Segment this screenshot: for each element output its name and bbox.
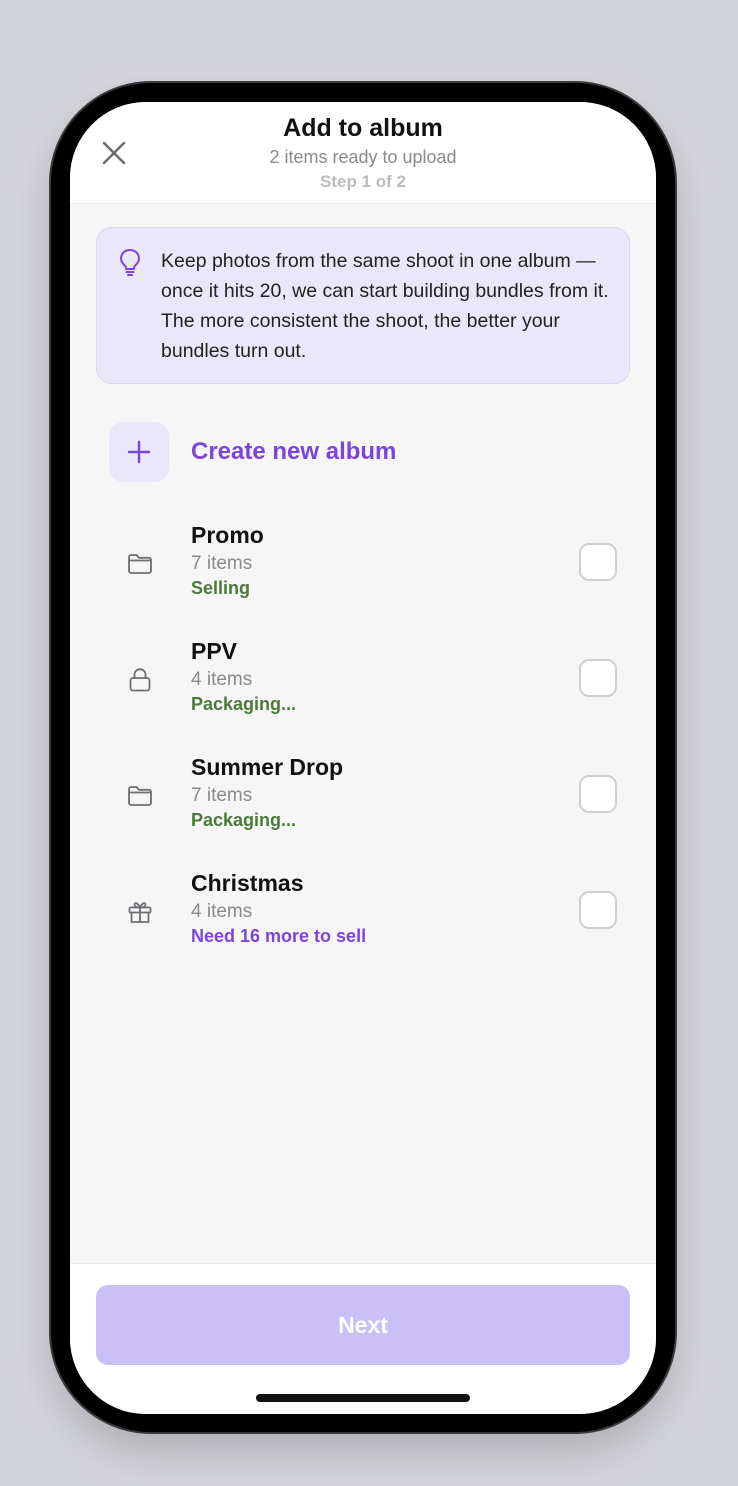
- folder-icon: [125, 549, 155, 579]
- page-title: Add to album: [283, 114, 443, 142]
- lightbulb-icon: [120, 249, 140, 276]
- step-indicator: Step 1 of 2: [320, 172, 406, 191]
- album-name: Christmas: [191, 870, 304, 896]
- page-subtitle: 2 items ready to upload: [269, 147, 457, 167]
- modal-footer: Next: [70, 1263, 656, 1414]
- album-count: 7 items: [191, 785, 253, 806]
- album-count: 7 items: [191, 553, 253, 574]
- album-status: Selling: [191, 578, 251, 598]
- album-count: 4 items: [191, 669, 253, 690]
- album-row-promo[interactable]: Promo 7 items Selling: [109, 522, 629, 618]
- tip-banner: Keep photos from the same shoot in one a…: [96, 227, 630, 384]
- plus-icon: [127, 440, 151, 464]
- album-checkbox[interactable]: [579, 659, 617, 697]
- album-status: Need 16 more to sell: [191, 926, 367, 946]
- album-checkbox[interactable]: [579, 543, 617, 581]
- gift-icon: [125, 897, 155, 927]
- album-row-christmas[interactable]: Christmas 4 items Need 16 more to sell: [109, 870, 629, 966]
- tip-text: Keep photos from the same shoot in one a…: [161, 250, 609, 362]
- create-album-tile[interactable]: [109, 422, 169, 482]
- album-status: Packaging...: [191, 694, 297, 714]
- album-row-summer-drop[interactable]: Summer Drop 7 items Packaging...: [109, 754, 629, 850]
- lock-icon: [125, 665, 155, 695]
- create-album-label: Create new album: [191, 438, 397, 465]
- screen: Add to album 2 items ready to upload Ste…: [70, 102, 656, 1414]
- folder-icon: [125, 781, 155, 811]
- album-name: Promo: [191, 522, 264, 548]
- album-count: 4 items: [191, 901, 253, 922]
- album-status: Packaging...: [191, 810, 297, 830]
- album-name: Summer Drop: [191, 754, 344, 780]
- album-row-ppv[interactable]: PPV 4 items Packaging...: [109, 638, 629, 734]
- modal-header: Add to album 2 items ready to upload Ste…: [70, 102, 656, 204]
- next-button[interactable]: Next: [96, 1285, 630, 1365]
- create-new-album-button[interactable]: Create new album: [109, 422, 629, 482]
- album-checkbox[interactable]: [579, 775, 617, 813]
- album-checkbox[interactable]: [579, 891, 617, 929]
- album-name: PPV: [191, 638, 238, 664]
- home-indicator: [256, 1394, 470, 1402]
